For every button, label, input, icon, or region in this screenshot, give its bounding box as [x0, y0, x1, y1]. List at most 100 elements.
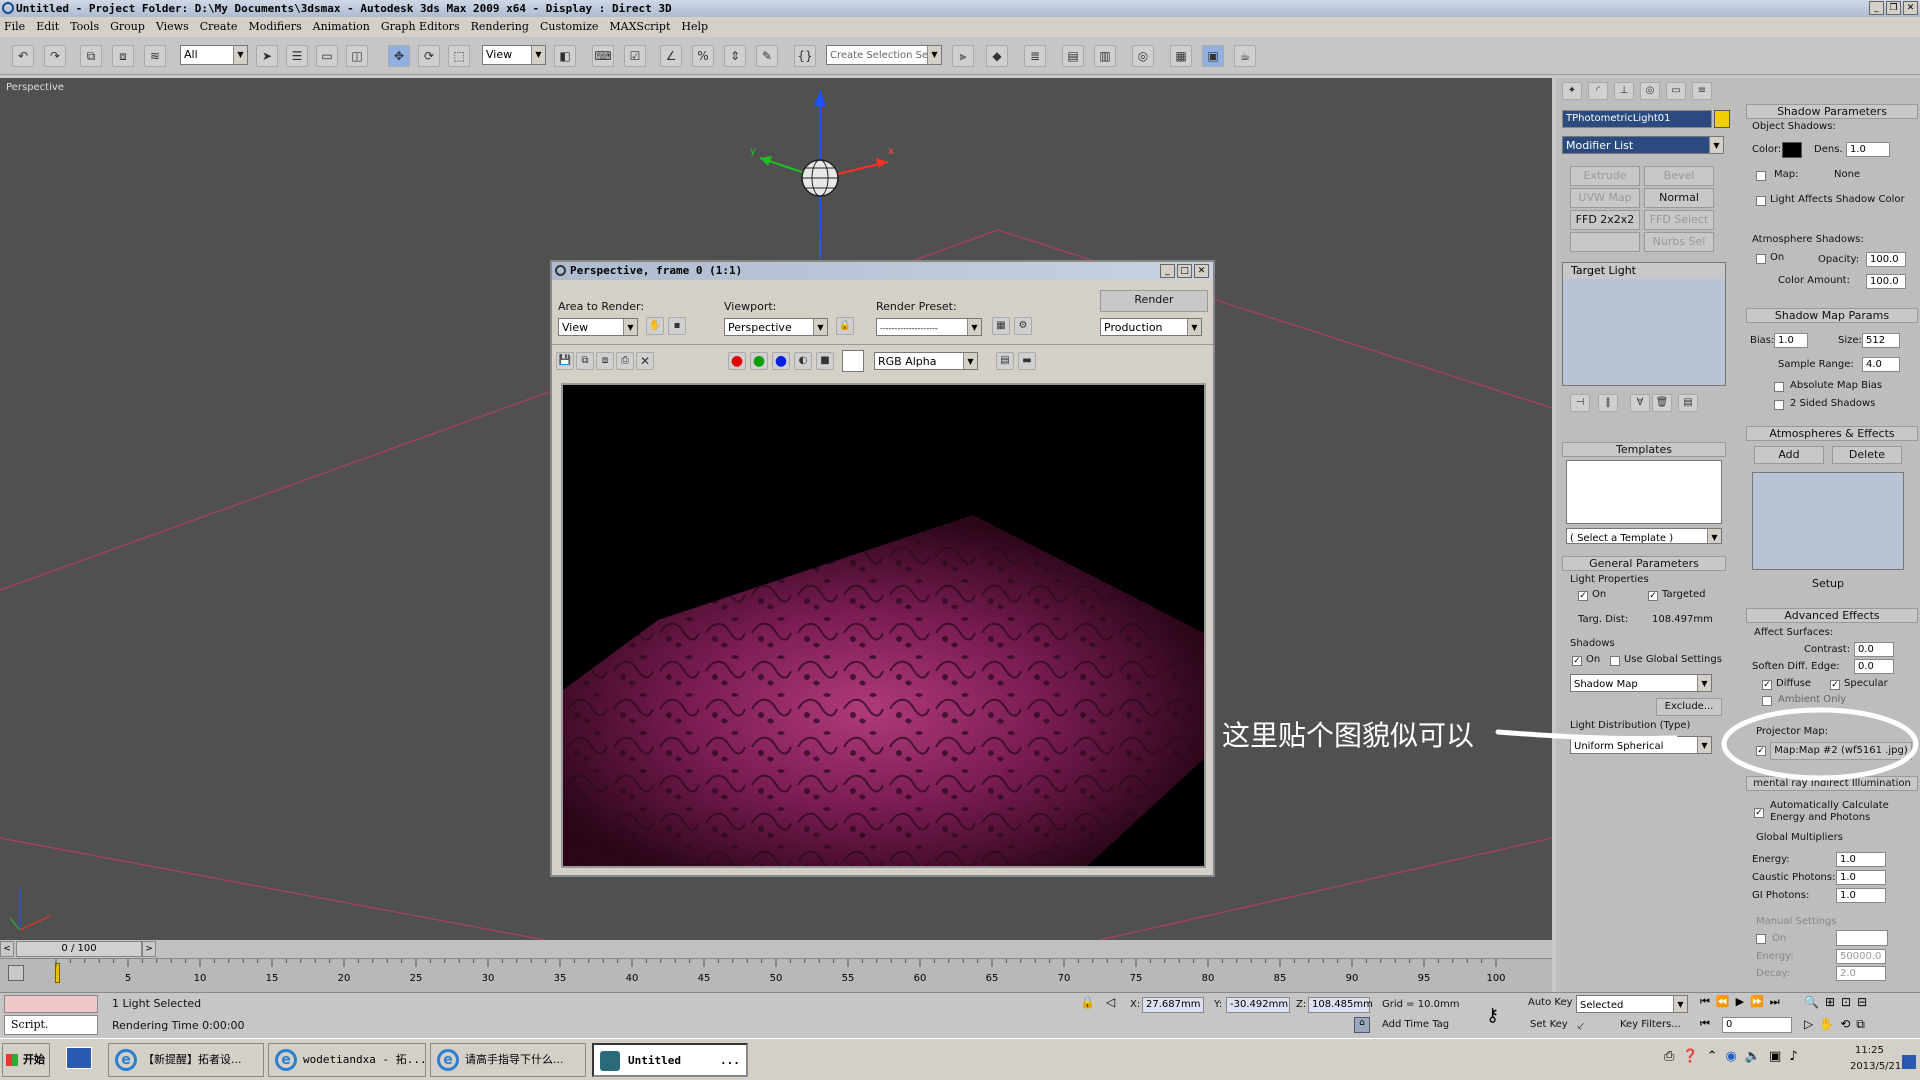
tray-volume-icon[interactable]: 🔈 [1745, 1049, 1761, 1064]
display-tab-icon[interactable]: ▭ [1666, 82, 1686, 100]
rectangular-selection-icon[interactable]: ▭ [316, 45, 338, 67]
atmosphere-on-checkbox[interactable] [1756, 254, 1766, 264]
maximize-viewport-icon[interactable]: ⧉ [1856, 1017, 1865, 1032]
zoom-extents-all-icon[interactable]: ⊟ [1857, 995, 1867, 1009]
shadow-color-swatch[interactable] [1782, 142, 1802, 158]
use-global-checkbox[interactable] [1610, 656, 1620, 666]
absolute-map-bias-checkbox[interactable] [1774, 382, 1784, 392]
absolute-mode-icon[interactable]: ◁ [1106, 995, 1115, 1009]
keyboard-shortcut-icon[interactable]: ⌨ [592, 45, 614, 67]
taskbar-ie-3[interactable]: e 请高手指导下什么... [430, 1043, 586, 1077]
object-name-field[interactable]: TPhotometricLight01 [1562, 110, 1712, 128]
empty-modifier-button[interactable] [1570, 232, 1640, 252]
color-amount-field[interactable]: 100.0 [1866, 274, 1906, 289]
set-key-icon[interactable]: ⸔ [1576, 1017, 1585, 1034]
quick-render-icon[interactable]: ☕ [1234, 45, 1256, 67]
make-unique-icon[interactable]: ∀ [1630, 394, 1650, 412]
spinner-snap-icon[interactable]: ⇕ [724, 45, 746, 67]
production-dropdown[interactable]: Production ▼ [1100, 318, 1202, 336]
templates-list[interactable] [1566, 460, 1722, 524]
extrude-button[interactable]: Extrude [1570, 166, 1640, 186]
pan-icon[interactable]: ✋ [1819, 1017, 1834, 1032]
modifier-stack[interactable]: Target Light [1562, 262, 1726, 386]
next-frame-icon[interactable]: ⏩ [1750, 995, 1764, 1009]
time-next-icon[interactable]: > [142, 941, 156, 957]
templates-rollout-header[interactable]: Templates [1562, 442, 1726, 457]
print-icon[interactable]: ⎙ [616, 352, 634, 370]
copy-image-icon[interactable]: ⧉ [576, 352, 594, 370]
ffd-select-button[interactable]: FFD Select [1644, 210, 1714, 230]
normal-button[interactable]: Normal [1644, 188, 1714, 208]
zoom-all-icon[interactable]: ⊞ [1825, 995, 1835, 1009]
tray-help-icon[interactable]: ❓ [1682, 1049, 1698, 1064]
size-field[interactable]: 512 [1862, 333, 1900, 348]
bevel-profile-button[interactable]: Bevel Profile [1644, 166, 1714, 200]
y-coordinate-field[interactable]: -30.492mm [1226, 997, 1290, 1013]
red-channel-icon[interactable]: ● [728, 352, 746, 370]
restore-button[interactable]: ❐ [1886, 1, 1901, 15]
window-crossing-icon[interactable]: ◫ [346, 45, 368, 67]
bias-field[interactable]: 1.0 [1774, 333, 1808, 348]
utilities-tab-icon[interactable]: ≡ [1692, 82, 1712, 100]
channel-display-dropdown[interactable]: RGB Alpha ▼ [874, 352, 978, 370]
render-viewport-dropdown[interactable]: Perspective ▼ [724, 318, 828, 336]
shadow-map-checkbox[interactable] [1756, 171, 1766, 181]
menu-group[interactable]: Group [110, 17, 145, 37]
shadow-parameters-header[interactable]: Shadow Parameters [1746, 104, 1918, 119]
lock-viewport-icon[interactable]: 🔒 [836, 317, 854, 335]
menu-modifiers[interactable]: Modifiers [248, 17, 301, 37]
toggle-ui-icon[interactable]: ▬ [1018, 352, 1036, 370]
effects-list[interactable] [1752, 472, 1904, 570]
motion-tab-icon[interactable]: ◎ [1640, 82, 1660, 100]
render-setup-icon[interactable]: ▦ [1170, 45, 1192, 67]
energy-field[interactable]: 1.0 [1836, 852, 1886, 867]
zoom-icon[interactable]: 🔍 [1804, 995, 1819, 1009]
menu-create[interactable]: Create [200, 17, 238, 37]
time-slider[interactable]: < 0 / 100 > [0, 940, 1552, 958]
dens-field[interactable]: 1.0 [1846, 142, 1890, 157]
show-end-result-icon[interactable]: ‖ [1598, 394, 1618, 412]
time-prev-icon[interactable]: < [0, 941, 14, 957]
save-image-icon[interactable]: 💾 [556, 352, 574, 370]
two-sided-checkbox[interactable] [1774, 400, 1784, 410]
lock-selection-icon[interactable]: 🔒 [1080, 995, 1095, 1009]
pivot-center-icon[interactable]: ◧ [554, 45, 576, 67]
render-preset-dropdown[interactable]: -------------------- ▼ [876, 318, 982, 336]
menu-views[interactable]: Views [156, 17, 189, 37]
modifier-list-dropdown[interactable]: Modifier List ▼ [1562, 136, 1724, 154]
color-swatch[interactable] [842, 350, 864, 372]
blue-channel-icon[interactable]: ● [772, 352, 790, 370]
schematic-view-icon[interactable]: ▥ [1094, 45, 1116, 67]
diffuse-checkbox[interactable]: ✓ [1762, 680, 1772, 690]
edit-region-icon[interactable]: ✋ [646, 317, 664, 335]
template-select-dropdown[interactable]: ( Select a Template ) ▼ [1566, 528, 1722, 544]
edit-named-selection-icon[interactable]: ✎ [756, 45, 778, 67]
bind-spacewarp-icon[interactable]: ≋ [144, 45, 166, 67]
menu-tools[interactable]: Tools [70, 17, 99, 37]
remove-modifier-icon[interactable]: 🗑 [1652, 394, 1672, 412]
frame-counter[interactable]: 0 / 100 [16, 941, 142, 957]
tray-chevron-icon[interactable]: ⌃ [1707, 1049, 1718, 1064]
manual-on-checkbox[interactable] [1756, 934, 1766, 944]
shadow-map-params-header[interactable]: Shadow Map Params [1746, 308, 1918, 323]
go-to-end-icon[interactable]: ⏭ [1770, 995, 1780, 1009]
clear-icon[interactable]: ✕ [636, 352, 654, 370]
configure-sets-icon[interactable]: ▤ [1678, 394, 1698, 412]
manual-decay-field[interactable]: 2.0 [1836, 966, 1886, 981]
tray-printer-icon[interactable]: ⎙ [1664, 1049, 1674, 1064]
alpha-channel-icon[interactable]: ◐ [794, 352, 812, 370]
minimize-button[interactable]: _ [1869, 1, 1884, 15]
time-tag-icon[interactable]: ⌂ [1354, 1017, 1370, 1033]
add-time-tag[interactable]: Add Time Tag [1382, 1019, 1449, 1030]
opacity-field[interactable]: 100.0 [1866, 252, 1906, 267]
taskbar-ie-2[interactable]: e wodetiandxa - 拓... [268, 1043, 426, 1077]
light-on-checkbox[interactable]: ✓ [1578, 591, 1588, 601]
setup-button[interactable]: Setup [1754, 576, 1902, 594]
track-bar[interactable]: 5 10 15 20 25 30 35 40 45 50 55 60 65 70 75 80 85 90 95 100 [0, 958, 1552, 992]
general-parameters-header[interactable]: General Parameters [1562, 556, 1726, 571]
select-object-icon[interactable]: ➤ [256, 45, 278, 67]
atmospheres-effects-header[interactable]: Atmospheres & Effects [1746, 426, 1918, 441]
named-selection-icon[interactable]: {} [794, 45, 816, 67]
menu-animation[interactable]: Animation [313, 17, 370, 37]
menu-file[interactable]: File [4, 17, 25, 37]
